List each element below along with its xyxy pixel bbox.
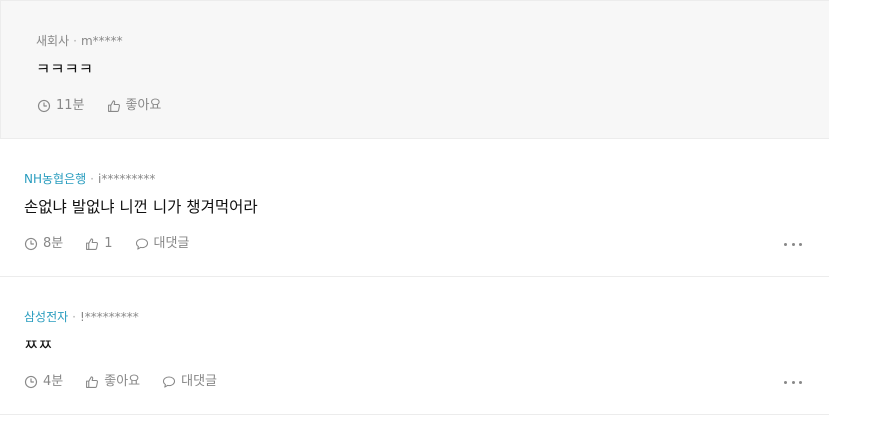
thumbs-up-icon (107, 100, 120, 112)
reply-label: 대댓글 (181, 374, 218, 389)
time-label: 4분 (43, 374, 64, 389)
more-options-icon[interactable] (784, 239, 802, 249)
like-label: 좋아요 (104, 374, 141, 389)
like-button[interactable]: 1 (85, 236, 113, 252)
clock-icon (24, 237, 38, 251)
like-count: 1 (104, 236, 113, 251)
company-name: 새회사 (36, 34, 70, 48)
comment-text: ㅋㅋㅋㅋ (36, 60, 94, 78)
company-name[interactable]: NH농협은행 (24, 172, 86, 186)
comment-actions: 4분 좋아요 대댓글 (24, 374, 239, 390)
meta-separator: · (73, 34, 77, 48)
user-id: !********* (80, 310, 139, 324)
time-label: 11분 (56, 98, 85, 113)
comment-time: 8분 (24, 236, 63, 252)
reply-label: 대댓글 (153, 236, 190, 251)
time-label: 8분 (43, 236, 64, 251)
speech-bubble-icon (135, 238, 148, 250)
comment-actions: 11분 좋아요 (37, 98, 183, 114)
comment-time: 11분 (37, 98, 85, 114)
reply-button[interactable]: 대댓글 (135, 236, 190, 252)
more-options-icon[interactable] (784, 377, 802, 387)
like-label: 좋아요 (125, 98, 162, 113)
clock-icon (24, 375, 38, 389)
like-button[interactable]: 좋아요 (107, 98, 162, 114)
meta-separator: · (90, 172, 94, 186)
speech-bubble-icon (163, 376, 176, 388)
thumbs-up-icon (86, 376, 99, 388)
thumbs-up-icon (86, 238, 99, 250)
comment-meta: 새회사 · m***** (36, 33, 123, 49)
comment-meta: NH농협은행 · i********* (24, 171, 155, 187)
comment-item: 삼성전자 · !********* ㅉㅉ 4분 좋아요 대댓글 (0, 277, 829, 415)
company-name[interactable]: 삼성전자 (24, 310, 68, 324)
meta-separator: · (72, 310, 76, 324)
comment-text: ㅉㅉ (24, 336, 53, 354)
reply-button[interactable]: 대댓글 (162, 374, 217, 390)
comment-feed: 새회사·m***** ㅋㅋㅋㅋ 11분 좋아요 NH농협은행·i**** (0, 0, 829, 415)
clock-icon (37, 99, 51, 113)
comment-meta: 삼성전자 · !********* (24, 309, 139, 325)
user-id: m***** (80, 34, 123, 48)
reply-comment: 새회사 · m***** ㅋㅋㅋㅋ 11분 좋아요 (0, 0, 829, 139)
comment-item: NH농협은행 · i********* 손없냐 발없냐 니껀 니가 챙겨먹어라 8분… (0, 139, 829, 277)
comment-actions: 8분 1 대댓글 (24, 236, 211, 252)
like-button[interactable]: 좋아요 (85, 374, 140, 390)
comment-time: 4분 (24, 374, 63, 390)
comment-text: 손없냐 발없냐 니껀 니가 챙겨먹어라 (24, 198, 258, 216)
user-id: i********* (98, 172, 156, 186)
